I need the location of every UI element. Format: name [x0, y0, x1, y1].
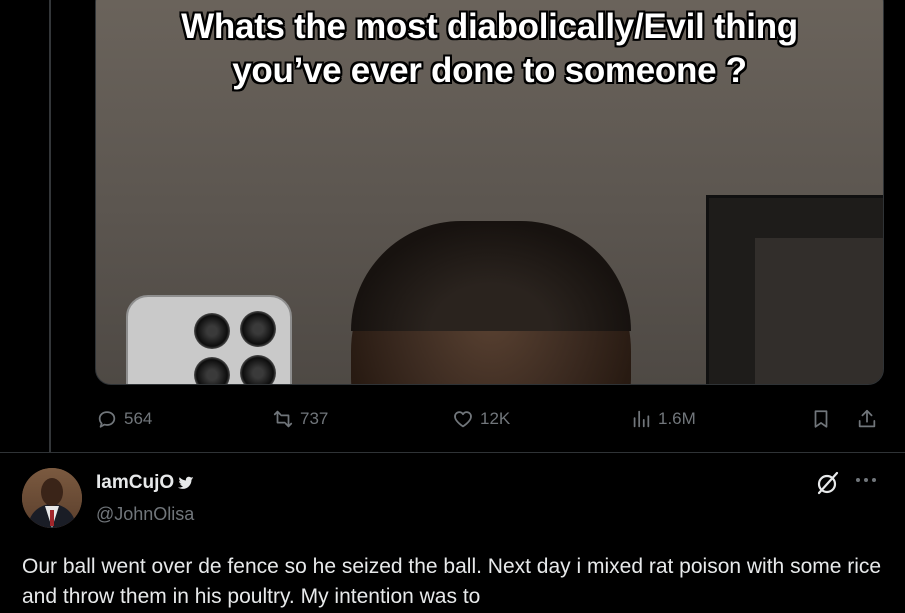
like-button[interactable]: 12K: [452, 404, 510, 434]
bookmark-button[interactable]: [810, 404, 832, 434]
share-icon: [858, 409, 876, 428]
meme-caption-line-1: Whats the most diabolically/Evil thing: [181, 7, 798, 46]
reply-button[interactable]: 564: [96, 404, 152, 434]
tweet-media-image[interactable]: Whats the most diabolically/Evil thing y…: [95, 0, 884, 385]
user-display-name[interactable]: IamCujO: [96, 472, 195, 494]
reply-count: 564: [124, 409, 153, 428]
repost-icon: [273, 410, 293, 428]
reply-text: Our ball went over de fence so he seized…: [22, 555, 882, 608]
person-hair: [351, 221, 631, 331]
phone-camera: [126, 295, 292, 384]
like-count: 12K: [480, 409, 511, 428]
heart-icon: [454, 411, 472, 428]
meme-caption: Whats the most diabolically/Evil thing y…: [96, 5, 883, 93]
display-name-text: IamCujO: [96, 472, 175, 493]
analytics-icon: [633, 410, 650, 428]
tweet-divider: [0, 452, 905, 453]
bookmark-icon: [814, 410, 828, 428]
avatar[interactable]: [22, 468, 82, 528]
views-button[interactable]: 1.6M: [630, 404, 696, 434]
repost-count: 737: [300, 409, 329, 428]
repost-button[interactable]: 737: [272, 404, 328, 434]
tweet-action-bar: 564 737 12K 1.6M: [0, 404, 905, 434]
share-button[interactable]: [856, 404, 878, 434]
meme-caption-line-2: you’ve ever done to someone ?: [232, 51, 747, 90]
reply-icon: [98, 411, 116, 428]
grok-icon[interactable]: [814, 470, 840, 496]
user-handle[interactable]: @JohnOlisa: [96, 504, 194, 525]
views-count: 1.6M: [658, 409, 696, 428]
thread-connector-line: [49, 0, 51, 452]
wall-picture-frame: [706, 195, 883, 384]
bird-icon: [178, 476, 194, 489]
more-options-icon[interactable]: [856, 478, 880, 486]
